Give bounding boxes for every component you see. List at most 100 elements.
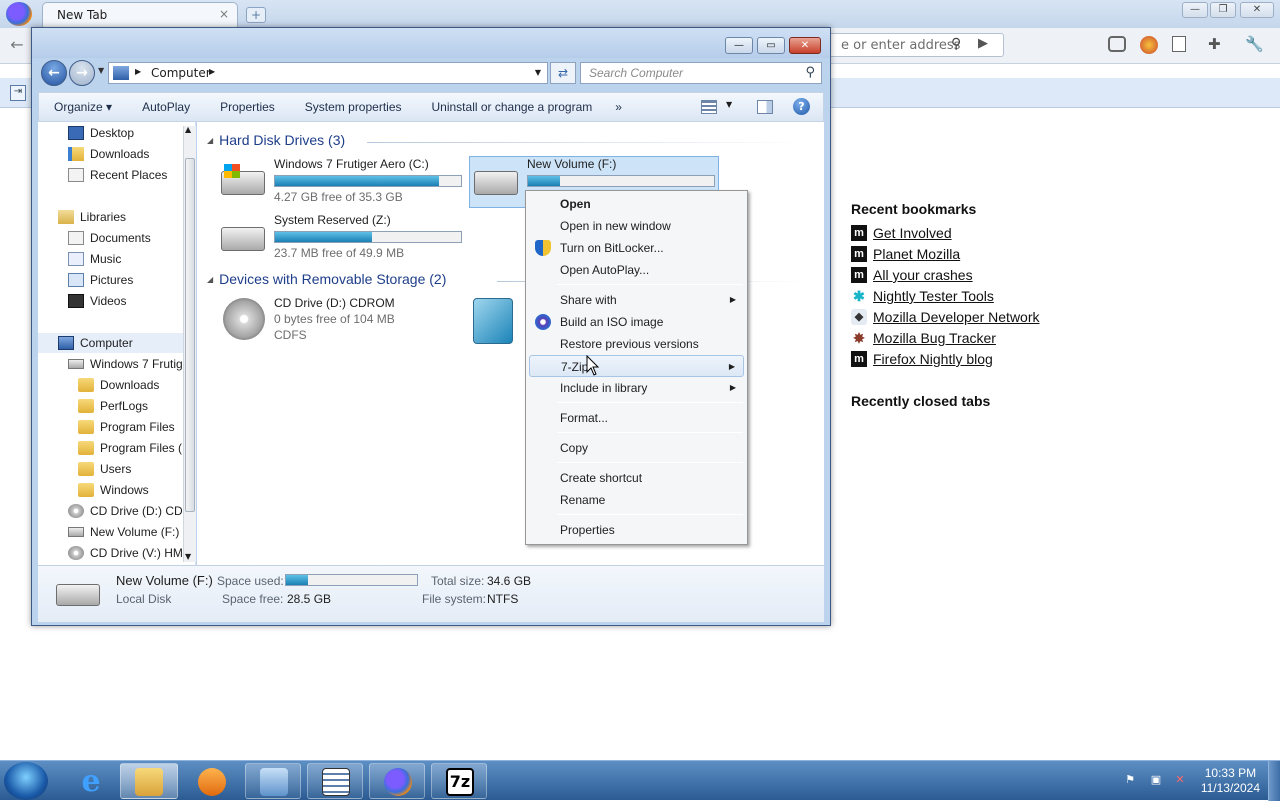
menu-item-rename[interactable]: Rename <box>529 489 744 511</box>
go-arrow-icon[interactable]: ▶ <box>978 36 988 51</box>
bookmark-link[interactable]: All your crashes <box>873 267 973 283</box>
bookmark-item[interactable]: m Get Involved <box>851 224 952 242</box>
extension-icon[interactable] <box>1140 36 1158 54</box>
explorer-minimize-button[interactable]: — <box>725 37 753 54</box>
system-properties-button[interactable]: System properties <box>290 100 417 114</box>
breadcrumb-chevron-icon[interactable]: ▶ <box>135 67 141 76</box>
nav-item-desktop[interactable]: Desktop <box>68 123 134 143</box>
refresh-icon[interactable]: ⇄ <box>550 62 576 84</box>
new-tab-button[interactable]: + <box>246 7 266 23</box>
menu-item-build-iso[interactable]: Build an ISO image <box>529 311 744 333</box>
menu-item-include-library[interactable]: Include in library ▶ <box>529 377 744 399</box>
menu-item-7zip[interactable]: 7-Zip ▶ <box>529 355 744 377</box>
view-dropdown-icon[interactable]: ▼ <box>726 100 732 109</box>
taskbar-firefox[interactable] <box>369 763 425 799</box>
pocket-icon[interactable] <box>1108 36 1126 52</box>
bookmark-item[interactable]: m Planet Mozilla <box>851 245 960 263</box>
breadcrumb-chevron-icon[interactable]: ▶ <box>209 67 215 76</box>
taskbar-file-explorer[interactable] <box>120 763 178 799</box>
explorer-close-button[interactable]: ✕ <box>789 37 821 54</box>
tab-close-icon[interactable]: × <box>219 7 229 21</box>
bookmark-link[interactable]: Mozilla Developer Network <box>873 309 1040 325</box>
sidebar-icon[interactable]: ⇥ <box>10 85 26 101</box>
taskbar-notepad[interactable] <box>307 763 363 799</box>
collapse-icon[interactable]: ◢ <box>207 275 213 284</box>
taskbar-internet-explorer[interactable]: e <box>62 763 118 799</box>
tools-wrench-icon[interactable]: 🔧 <box>1245 35 1264 53</box>
system-clock[interactable]: 10:33 PM 11/13/2024 <box>1201 766 1260 796</box>
taskbar-7zip[interactable]: 7z <box>431 763 487 799</box>
network-icon[interactable]: ▣ <box>1148 773 1164 789</box>
nav-item-folder[interactable]: Program Files ( <box>78 438 183 458</box>
forward-arrow-icon[interactable]: → <box>69 60 95 86</box>
collapse-icon[interactable]: ◢ <box>207 136 213 145</box>
show-desktop-button[interactable] <box>1268 761 1280 801</box>
browser-minimize-button[interactable]: — <box>1182 2 1208 18</box>
nav-item-libraries[interactable]: Libraries <box>58 207 126 227</box>
menu-item-share-with[interactable]: Share with ▶ <box>529 289 744 311</box>
autoplay-button[interactable]: AutoPlay <box>127 100 205 114</box>
bookmark-item[interactable]: m Firefox Nightly blog <box>851 350 993 368</box>
nav-item-pictures[interactable]: Pictures <box>68 270 133 290</box>
organize-button[interactable]: Organize ▾ <box>39 100 127 114</box>
nav-item-drive-d[interactable]: CD Drive (D:) CD <box>68 501 183 521</box>
bookmark-item[interactable]: ◆ Mozilla Developer Network <box>851 308 1040 326</box>
search-input[interactable]: Search Computer ⚲ <box>580 62 822 84</box>
change-view-icon[interactable] <box>701 100 717 114</box>
bookmark-item[interactable]: ✸ Mozilla Bug Tracker <box>851 329 996 347</box>
menu-item-format[interactable]: Format... <box>529 407 744 429</box>
menu-item-autoplay[interactable]: Open AutoPlay... <box>529 259 744 281</box>
preview-pane-icon[interactable] <box>757 100 773 114</box>
bookmark-link[interactable]: Mozilla Bug Tracker <box>873 330 996 346</box>
browser-tab[interactable]: New Tab × <box>42 2 238 28</box>
explorer-caption-bar[interactable] <box>32 28 830 58</box>
scroll-down-arrow-icon[interactable]: ▼ <box>185 552 191 561</box>
breadcrumb-computer[interactable]: Computer <box>151 66 211 80</box>
browser-restore-button[interactable]: ❐ <box>1210 2 1236 18</box>
drive-d[interactable]: CD Drive (D:) CDROM 0 bytes free of 104 … <box>217 296 465 356</box>
properties-button[interactable]: Properties <box>205 100 290 114</box>
taskbar-control-panel[interactable] <box>245 763 301 799</box>
nav-item-folder[interactable]: PerfLogs <box>78 396 148 416</box>
bookmark-link[interactable]: Nightly Tester Tools <box>873 288 994 304</box>
action-center-flag-icon[interactable]: ⚑ <box>1122 773 1138 789</box>
nav-item-folder[interactable]: Program Files <box>78 417 175 437</box>
nav-item-folder[interactable]: Windows <box>78 480 149 500</box>
menu-item-open[interactable]: Open <box>529 193 744 215</box>
bookmark-link[interactable]: Get Involved <box>873 225 952 241</box>
menu-item-open-new-window[interactable]: Open in new window <box>529 215 744 237</box>
drive-z[interactable]: System Reserved (Z:) 23.7 MB free of 49.… <box>217 213 465 263</box>
nav-item-recent-places[interactable]: Recent Places <box>68 165 167 185</box>
recent-pages-chevron-icon[interactable]: ▼ <box>98 66 104 75</box>
search-icon[interactable]: ⚲ <box>805 65 815 80</box>
scroll-up-arrow-icon[interactable]: ▲ <box>185 125 191 134</box>
firefox-icon[interactable] <box>6 2 32 26</box>
addons-icon[interactable]: ✚ <box>1208 35 1221 53</box>
uninstall-program-button[interactable]: Uninstall or change a program <box>417 100 608 114</box>
browser-back-icon[interactable]: ← <box>4 35 30 57</box>
address-dropdown-icon[interactable]: ▼ <box>535 68 541 77</box>
bookmark-item[interactable]: m All your crashes <box>851 266 973 284</box>
drive-c[interactable]: Windows 7 Frutiger Aero (C:) 4.27 GB fre… <box>217 157 465 207</box>
nav-item-music[interactable]: Music <box>68 249 121 269</box>
menu-item-bitlocker[interactable]: Turn on BitLocker... <box>529 237 744 259</box>
removable-drive-icon[interactable] <box>473 298 513 344</box>
nav-item-videos[interactable]: Videos <box>68 291 126 311</box>
menu-item-create-shortcut[interactable]: Create shortcut <box>529 467 744 489</box>
nav-item-folder[interactable]: Users <box>78 459 131 479</box>
start-button[interactable] <box>4 762 48 800</box>
nav-scrollbar-thumb[interactable] <box>185 158 195 512</box>
bookmark-item[interactable]: ✱ Nightly Tester Tools <box>851 287 994 305</box>
nav-item-drive-c[interactable]: Windows 7 Frutig <box>68 354 183 374</box>
address-bar[interactable]: ▶ Computer ▶ ▼ <box>108 62 548 84</box>
volume-muted-icon[interactable]: ✕ <box>1172 773 1188 789</box>
group-removable-storage[interactable]: ◢ Devices with Removable Storage (2) <box>207 271 446 287</box>
group-hard-disk-drives[interactable]: ◢ Hard Disk Drives (3) <box>207 132 345 148</box>
help-icon[interactable]: ? <box>793 98 810 115</box>
back-arrow-icon[interactable]: ← <box>41 60 67 86</box>
nav-item-drive-v[interactable]: CD Drive (V:) HM <box>68 543 183 563</box>
bookmark-link[interactable]: Firefox Nightly blog <box>873 351 993 367</box>
browser-close-button[interactable]: ✕ <box>1240 2 1274 18</box>
taskbar-media-player[interactable] <box>183 763 239 799</box>
menu-item-properties[interactable]: Properties <box>529 519 744 541</box>
